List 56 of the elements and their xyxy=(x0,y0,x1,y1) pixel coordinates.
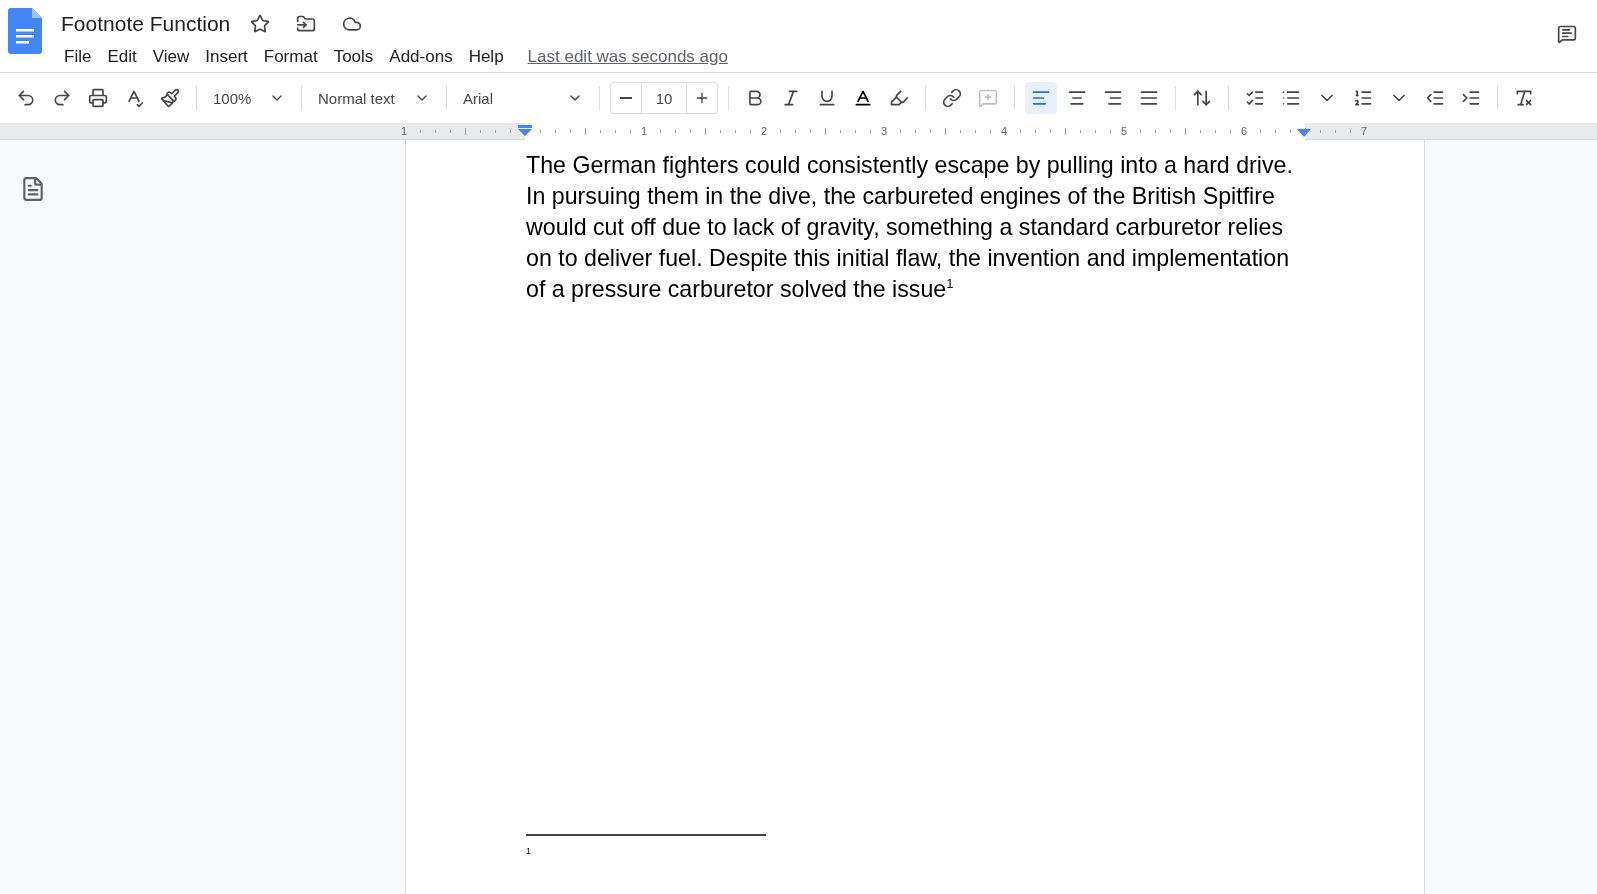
numbered-list-icon xyxy=(1353,88,1373,108)
bullet-list-icon xyxy=(1281,88,1301,108)
document-title[interactable]: Footnote Function xyxy=(61,12,231,36)
right-indent-handle[interactable] xyxy=(1297,129,1311,137)
comment-plus-icon xyxy=(978,88,998,108)
cloud-icon xyxy=(342,14,363,34)
ruler-number: 5 xyxy=(1119,124,1129,139)
underline-icon xyxy=(817,88,837,108)
menu-item[interactable]: Edit xyxy=(99,44,145,70)
text-color-icon xyxy=(853,88,873,108)
menu-item[interactable]: View xyxy=(144,44,198,70)
ruler-number: 7 xyxy=(1359,124,1369,139)
plus-icon xyxy=(694,90,710,106)
align-left-icon xyxy=(1031,88,1051,108)
footnote-number: 1 xyxy=(526,846,531,856)
align-justify-icon xyxy=(1139,88,1159,108)
print-icon xyxy=(88,88,108,108)
minus-icon xyxy=(620,97,632,99)
undo-icon xyxy=(16,88,36,108)
comment-icon xyxy=(1557,24,1577,44)
redo-icon xyxy=(52,88,72,108)
outline-icon[interactable] xyxy=(20,176,46,202)
indent-decrease-icon xyxy=(1425,88,1445,108)
line-spacing-icon xyxy=(1192,88,1212,108)
ruler-number: 6 xyxy=(1239,124,1249,139)
align-right-icon xyxy=(1103,88,1123,108)
left-indent-handle[interactable] xyxy=(518,125,532,137)
menu-item[interactable]: Help xyxy=(460,44,512,70)
menu-item[interactable]: Add-ons xyxy=(381,44,461,70)
link-icon xyxy=(942,88,962,108)
folder-icon xyxy=(296,14,317,34)
paint-roller-icon xyxy=(160,88,180,108)
clear-formatting-icon xyxy=(1514,88,1534,108)
italic-icon xyxy=(781,88,801,108)
indent-increase-icon xyxy=(1461,88,1481,108)
last-edit-link[interactable]: Last edit was seconds ago xyxy=(527,47,728,67)
font-dropdown[interactable]: Arial xyxy=(457,82,589,114)
menu-item[interactable]: Insert xyxy=(197,44,256,70)
style-dropdown[interactable]: Normal text xyxy=(312,82,436,114)
ruler-number: 3 xyxy=(879,124,889,139)
font-size-field[interactable]: 10 xyxy=(610,82,718,114)
checklist-icon xyxy=(1245,88,1265,108)
zoom-dropdown[interactable]: 100% xyxy=(207,82,291,114)
paragraph-text: The German fighters could consistently escape by pulling into a hard drive. In pursuing them in the dive, the carbureted engines of the British Spitfire would cut off due to lack of gravity, something a standard carburetor relies on to deliver fuel. Despite this initial flaw, the invention and implementation of a pressure carburetor solved the issue$^{1}$ xyxy=(526,151,1294,304)
menu-item[interactable]: File xyxy=(56,44,100,70)
docs-logo-icon[interactable] xyxy=(8,8,42,54)
ruler-number: 2 xyxy=(759,124,769,139)
menu-item[interactable]: Tools xyxy=(325,44,382,70)
menu-item[interactable]: Format xyxy=(255,44,326,70)
ruler-number: 4 xyxy=(999,124,1009,139)
ruler-number: 1 xyxy=(639,124,649,139)
ruler-number: 1 xyxy=(399,124,409,139)
highlighter-icon xyxy=(889,88,909,108)
star-icon xyxy=(250,14,271,34)
align-center-icon xyxy=(1067,88,1087,108)
alignment-button[interactable] xyxy=(1025,82,1057,114)
